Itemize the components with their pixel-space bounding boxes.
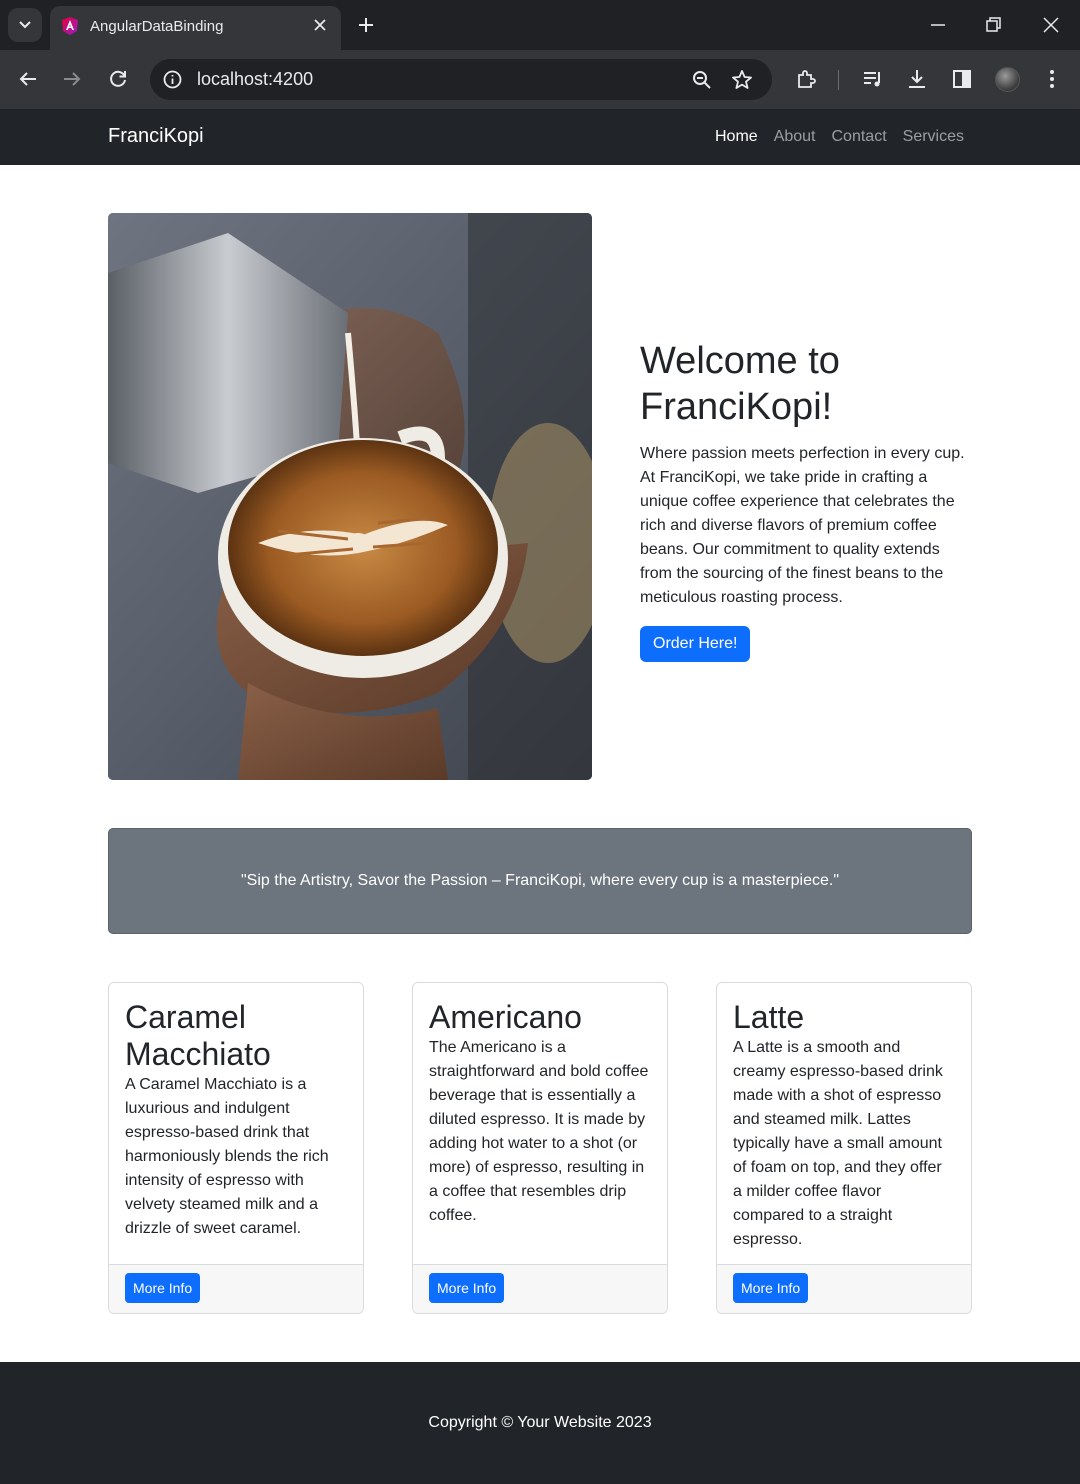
more-info-button[interactable]: More Info bbox=[429, 1273, 505, 1303]
nav-link-home[interactable]: Home bbox=[715, 128, 758, 146]
browser-tab-active[interactable]: AngularDataBinding bbox=[50, 6, 341, 50]
extensions-puzzle-icon[interactable] bbox=[794, 67, 818, 91]
nav-link-contact[interactable]: Contact bbox=[832, 128, 887, 146]
chevron-down-icon bbox=[19, 21, 31, 29]
card-text: A Caramel Macchiato is a luxurious and i… bbox=[125, 1076, 329, 1237]
card-footer: More Info bbox=[109, 1264, 363, 1313]
site-navbar: FranciKopi Home About Contact Services bbox=[0, 109, 1080, 165]
toolbar-separator bbox=[838, 70, 839, 90]
browser-tabstrip: AngularDataBinding bbox=[0, 0, 1080, 50]
hero-image bbox=[108, 213, 592, 780]
tab-title: AngularDataBinding bbox=[90, 18, 224, 35]
card-title: Caramel Macchiato bbox=[125, 999, 271, 1072]
site-info-icon[interactable] bbox=[162, 69, 183, 90]
card-latte: Latte A Latte is a smooth and creamy esp… bbox=[716, 982, 972, 1314]
address-bar[interactable]: localhost:4200 bbox=[150, 59, 772, 100]
angular-favicon-icon bbox=[62, 17, 78, 35]
zoom-out-icon[interactable] bbox=[690, 68, 714, 92]
card-body: Americano The Americano is a straightfor… bbox=[413, 983, 667, 1266]
card-americano: Americano The Americano is a straightfor… bbox=[412, 982, 668, 1314]
window-close-icon[interactable] bbox=[1038, 12, 1064, 38]
hero-description: Where passion meets perfection in every … bbox=[640, 445, 965, 606]
nav-link-about[interactable]: About bbox=[774, 128, 816, 146]
side-panel-icon[interactable] bbox=[950, 67, 974, 91]
latte-art-pour-image bbox=[108, 213, 592, 780]
tagline-banner: "Sip the Artistry, Savor the Passion – F… bbox=[108, 828, 972, 934]
site-footer: Copyright © Your Website 2023 bbox=[0, 1362, 1080, 1484]
more-info-button[interactable]: More Info bbox=[125, 1273, 201, 1303]
restore-icon[interactable] bbox=[980, 12, 1006, 38]
more-info-button[interactable]: More Info bbox=[733, 1273, 809, 1303]
card-text: A Latte is a smooth and creamy espresso-… bbox=[733, 1039, 943, 1248]
media-queue-icon[interactable] bbox=[861, 67, 885, 91]
card-text: The Americano is a straightforward and b… bbox=[429, 1039, 649, 1224]
browser-toolbar: localhost:4200 bbox=[0, 50, 1080, 109]
bookmark-star-icon[interactable] bbox=[730, 68, 754, 92]
address-url[interactable]: localhost:4200 bbox=[197, 69, 313, 90]
new-tab-plus-icon[interactable] bbox=[354, 13, 378, 37]
card-footer: More Info bbox=[413, 1264, 667, 1313]
card-body: Latte A Latte is a smooth and creamy esp… bbox=[717, 983, 971, 1266]
minimize-icon[interactable] bbox=[925, 12, 951, 38]
more-menu-icon[interactable] bbox=[1040, 67, 1064, 91]
back-arrow-icon[interactable] bbox=[16, 67, 40, 91]
card-footer: More Info bbox=[717, 1264, 971, 1313]
reload-icon[interactable] bbox=[106, 67, 130, 91]
hero-text-block: Welcome to FranciKopi! Where passion mee… bbox=[640, 338, 970, 662]
card-title: Latte bbox=[733, 999, 805, 1035]
tagline-text: "Sip the Artistry, Savor the Passion – F… bbox=[241, 872, 839, 889]
nav-link-services[interactable]: Services bbox=[903, 128, 964, 146]
hero-title: Welcome to FranciKopi! bbox=[640, 340, 840, 428]
card-body: Caramel Macchiato A Caramel Macchiato is… bbox=[109, 983, 363, 1266]
card-title: Americano bbox=[429, 999, 582, 1035]
footer-copyright: Copyright © Your Website 2023 bbox=[428, 1414, 652, 1431]
nav-links: Home About Contact Services bbox=[715, 128, 964, 146]
close-icon[interactable] bbox=[311, 16, 329, 34]
navbar-brand[interactable]: FranciKopi bbox=[108, 125, 204, 148]
order-here-button[interactable]: Order Here! bbox=[640, 626, 751, 662]
forward-arrow-icon[interactable] bbox=[60, 67, 84, 91]
card-caramel-macchiato: Caramel Macchiato A Caramel Macchiato is… bbox=[108, 982, 364, 1314]
tab-search-button[interactable] bbox=[8, 8, 42, 42]
download-icon[interactable] bbox=[905, 67, 929, 91]
profile-avatar[interactable] bbox=[995, 67, 1020, 92]
